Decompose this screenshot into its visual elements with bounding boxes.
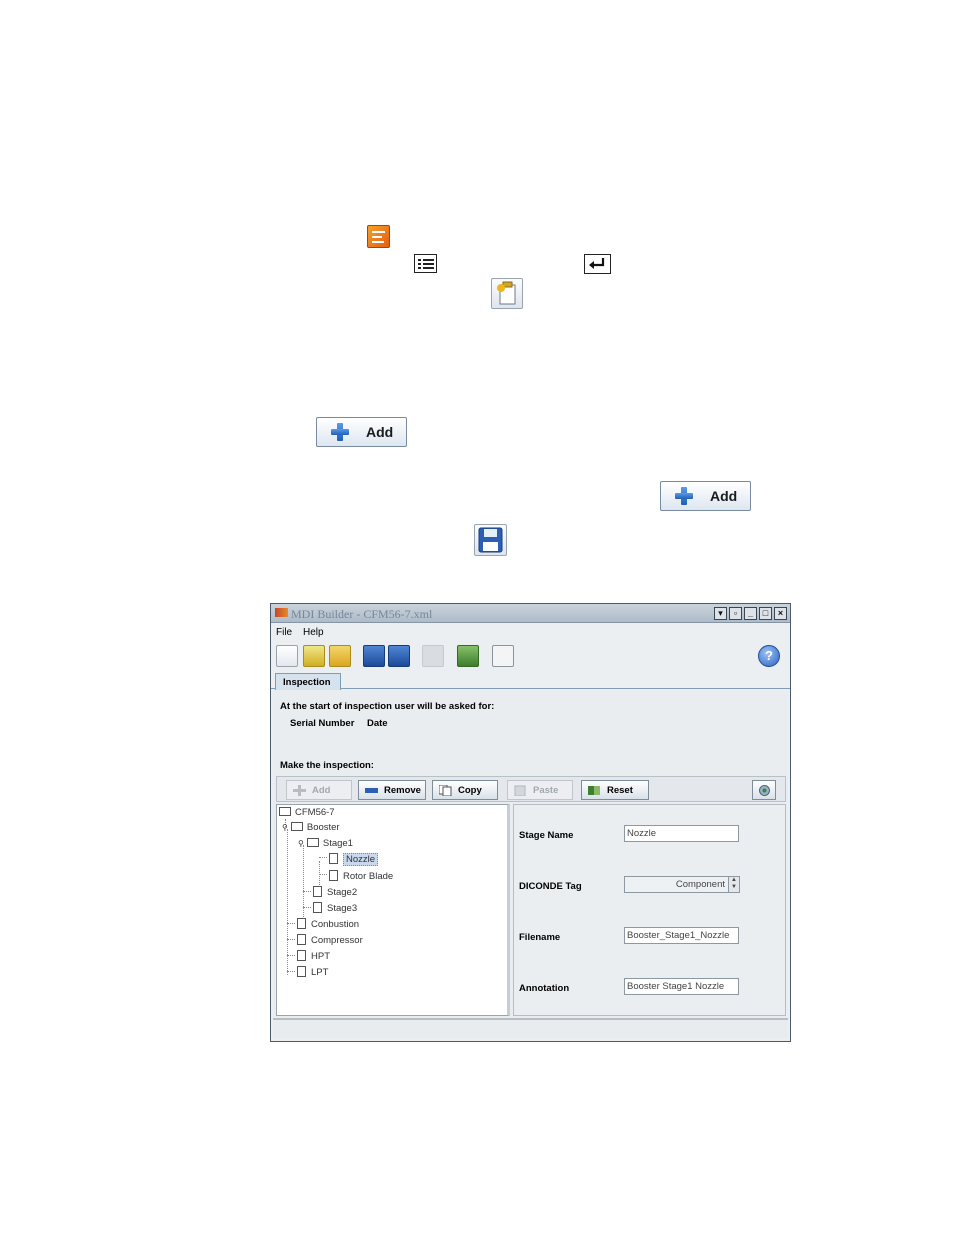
tree-node-hpt[interactable]: HPT bbox=[297, 950, 330, 962]
help-icon[interactable]: ? bbox=[758, 645, 780, 667]
action-button-bar: Add Remove Copy Paste Reset bbox=[276, 776, 786, 802]
tab-inspection[interactable]: Inspection bbox=[275, 673, 341, 690]
ask-serial-number: Serial Number bbox=[290, 718, 355, 729]
tree-node-combustion[interactable]: Conbustion bbox=[297, 918, 359, 930]
paste-icon bbox=[514, 785, 527, 797]
document-icon bbox=[329, 870, 338, 881]
stage-name-field[interactable]: Nozzle bbox=[624, 825, 739, 842]
menu-help[interactable]: Help bbox=[303, 627, 324, 638]
filename-field[interactable]: Booster_Stage1_Nozzle bbox=[624, 927, 739, 944]
minus-icon bbox=[365, 785, 378, 796]
new-document-icon bbox=[491, 278, 523, 309]
doc-add-label-1: Add bbox=[366, 424, 394, 440]
export-icon[interactable] bbox=[457, 645, 479, 667]
save-icon[interactable] bbox=[363, 645, 385, 667]
paste-button[interactable]: Paste bbox=[507, 780, 573, 800]
new-file-icon[interactable] bbox=[276, 645, 298, 667]
inspection-panel: At the start of inspection user will be … bbox=[273, 690, 788, 1030]
document-icon bbox=[297, 918, 306, 929]
doc-add-button-2[interactable]: Add bbox=[660, 481, 751, 511]
document-icon bbox=[313, 902, 322, 913]
document-icon bbox=[313, 886, 322, 897]
save-as-icon[interactable] bbox=[388, 645, 410, 667]
window-menu-button[interactable]: ▾ bbox=[714, 607, 727, 620]
add-button[interactable]: Add bbox=[286, 780, 352, 800]
save-icon bbox=[474, 524, 507, 556]
tree-node-stage3[interactable]: Stage3 bbox=[313, 902, 357, 914]
menu-file[interactable]: File bbox=[276, 627, 292, 638]
gear-icon bbox=[758, 785, 771, 796]
properties-panel: Stage Name Nozzle DICONDE Tag Component … bbox=[513, 804, 786, 1016]
folder-icon bbox=[279, 807, 291, 816]
reset-icon bbox=[588, 785, 601, 796]
open-file-icon[interactable] bbox=[303, 645, 325, 667]
tree-node-root[interactable]: CFM56-7 bbox=[279, 807, 335, 818]
start-prompt: At the start of inspection user will be … bbox=[280, 701, 495, 712]
annotation-field[interactable]: Booster Stage1 Nozzle bbox=[624, 978, 739, 995]
tree-node-stage2[interactable]: Stage2 bbox=[313, 886, 357, 898]
diconde-tag-field[interactable]: Component ▲ ▼ bbox=[624, 876, 740, 893]
filename-label: Filename bbox=[519, 932, 561, 943]
tree-node-nozzle[interactable]: Nozzle bbox=[329, 853, 379, 866]
download-icon[interactable] bbox=[422, 645, 444, 667]
title-bar[interactable]: MDI Builder - CFM56-7.xml ▾ ▫ _ □ × bbox=[271, 604, 790, 623]
plus-icon bbox=[293, 785, 306, 796]
plus-icon bbox=[674, 486, 694, 506]
copy-button[interactable]: Copy bbox=[432, 780, 498, 800]
status-bar bbox=[273, 1018, 788, 1038]
window-maximize-button[interactable]: □ bbox=[759, 607, 772, 620]
annotation-label: Annotation bbox=[519, 983, 570, 994]
ask-date: Date bbox=[367, 718, 388, 729]
open-folder-icon[interactable] bbox=[329, 645, 351, 667]
doc-add-button-1[interactable]: Add bbox=[316, 417, 407, 447]
doc-add-label-2: Add bbox=[710, 488, 738, 504]
reset-button[interactable]: Reset bbox=[581, 780, 649, 800]
copy-icon bbox=[438, 784, 452, 797]
list-icon bbox=[414, 254, 437, 273]
make-inspection-label: Make the inspection: bbox=[280, 760, 374, 771]
tree-node-lpt[interactable]: LPT bbox=[297, 966, 328, 978]
document-icon bbox=[297, 966, 306, 977]
user-icon[interactable] bbox=[492, 645, 514, 667]
window-close-button[interactable]: × bbox=[774, 607, 787, 620]
enter-key-icon bbox=[584, 254, 611, 274]
tree-node-rotor-blade[interactable]: Rotor Blade bbox=[329, 870, 393, 882]
document-icon bbox=[297, 934, 306, 945]
spinner-icon[interactable]: ▲ ▼ bbox=[728, 877, 739, 892]
tree-node-stage1[interactable]: ⚲ Stage1 bbox=[298, 838, 353, 849]
tree-node-booster[interactable]: ⚲ Booster bbox=[282, 822, 340, 833]
folder-icon bbox=[306, 838, 319, 847]
window-title: MDI Builder - CFM56-7.xml bbox=[291, 607, 433, 621]
document-icon bbox=[297, 950, 306, 961]
tab-row: Inspection bbox=[271, 672, 790, 690]
stage-name-label: Stage Name bbox=[519, 830, 574, 841]
window-minimize-button[interactable]: _ bbox=[744, 607, 757, 620]
app-window: MDI Builder - CFM56-7.xml ▾ ▫ _ □ × File… bbox=[270, 603, 791, 1042]
menu-bar: File Help bbox=[271, 624, 790, 642]
tree-node-compressor[interactable]: Compressor bbox=[297, 934, 363, 946]
diconde-tag-value: Component bbox=[675, 879, 725, 890]
orange-tool-icon bbox=[367, 225, 390, 248]
component-tree[interactable]: CFM56-7 ⚲ Booster ⚲ Stage1 Nozzle Rotor Bl… bbox=[276, 804, 510, 1016]
toolbar: ? bbox=[271, 642, 790, 672]
settings-button[interactable] bbox=[752, 780, 776, 800]
plus-icon bbox=[330, 422, 350, 442]
app-logo-icon bbox=[275, 608, 288, 617]
diconde-tag-label: DICONDE Tag bbox=[519, 881, 582, 892]
document-icon bbox=[329, 853, 338, 864]
remove-button[interactable]: Remove bbox=[358, 780, 426, 800]
folder-icon bbox=[290, 822, 303, 831]
window-restore-button[interactable]: ▫ bbox=[729, 607, 742, 620]
